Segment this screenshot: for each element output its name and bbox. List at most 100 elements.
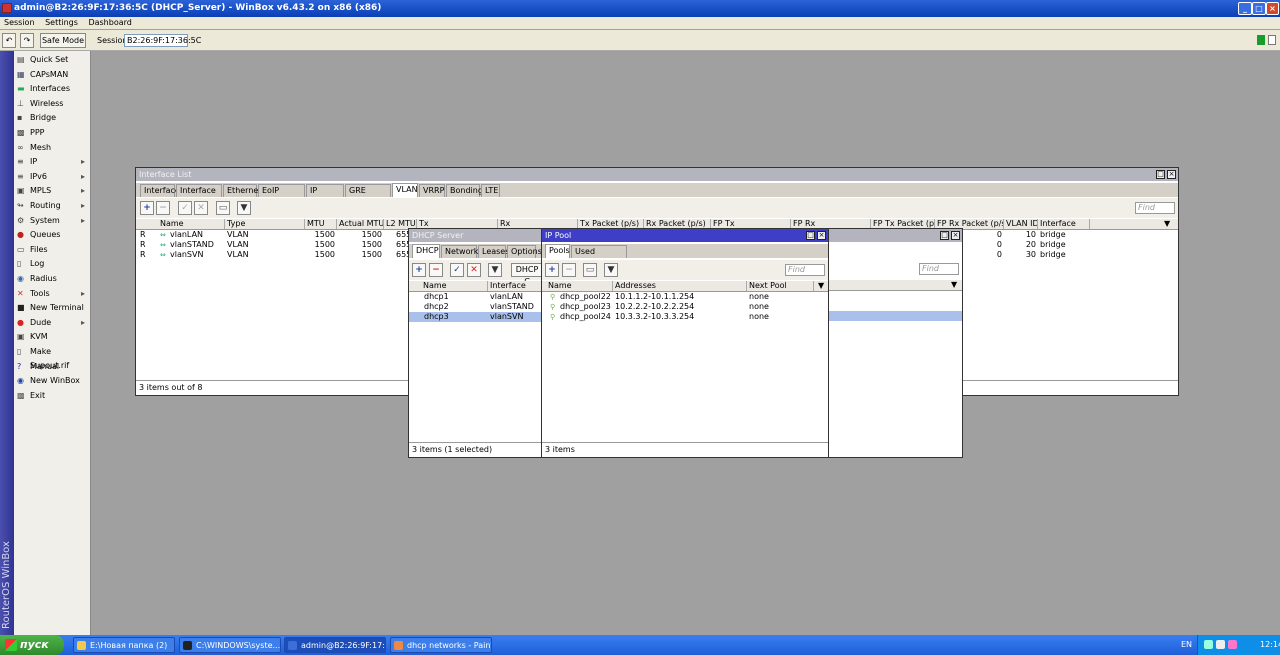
remove-icon[interactable]: −	[429, 263, 443, 277]
language-indicator[interactable]: EN	[1181, 640, 1192, 649]
ip-pool-close-button[interactable]: ×	[817, 231, 826, 240]
pool-col-addresses[interactable]: Addresses	[613, 281, 747, 291]
tab-gre-tunnel[interactable]: GRE Tunnel	[345, 184, 391, 207]
tab-interface-list[interactable]: Interface List	[176, 184, 222, 207]
menu-dashboard[interactable]: Dashboard	[88, 18, 131, 27]
tab-bonding[interactable]: Bonding	[446, 184, 483, 197]
filter-icon[interactable]: ▼	[488, 263, 502, 277]
tab-pools[interactable]: Pools	[545, 244, 570, 258]
add-icon[interactable]: +	[545, 263, 559, 277]
tab-ip-tunnel[interactable]: IP Tunnel	[306, 184, 344, 207]
bg-window-selected-row[interactable]	[827, 311, 962, 321]
tab-leases[interactable]: Leases	[478, 245, 509, 258]
sidebar-item-bridge[interactable]: ▪ Bridge	[16, 111, 91, 125]
taskbar-item[interactable]: E:\Новая папка (2)	[73, 637, 175, 653]
sidebar-item-mesh[interactable]: ∞ Mesh	[16, 141, 91, 155]
start-button[interactable]: пуск	[0, 635, 64, 655]
network-tray-icon[interactable]	[1204, 640, 1213, 649]
safe-mode-button[interactable]: Safe Mode	[40, 33, 86, 48]
maximize-button[interactable]: □	[1252, 2, 1266, 15]
window-restore-button[interactable]: □	[1156, 170, 1165, 179]
table-row[interactable]: dhcp1 vlanLAN	[409, 292, 541, 302]
sidebar-item-new-terminal[interactable]: ■ New Terminal	[16, 301, 91, 315]
sidebar-item-manual[interactable]: ? Manual	[16, 360, 91, 374]
column-menu-icon[interactable]: ▼	[949, 280, 961, 290]
bg-window-restore-button[interactable]: □	[940, 231, 949, 240]
pool-col-name[interactable]: Name	[546, 281, 613, 291]
table-row[interactable]: ⚲ dhcp_pool23 10.2.2.2-10.2.2.254 none	[542, 302, 828, 312]
sidebar-item-log[interactable]: ▯ Log	[16, 257, 91, 271]
sidebar-item-system[interactable]: ⚙ System ▸	[16, 214, 91, 228]
tab-lte[interactable]: LTE	[481, 184, 500, 197]
session-field[interactable]: B2:26:9F:17:36:5C	[124, 34, 201, 47]
sidebar-item-exit[interactable]: ▩ Exit	[16, 389, 91, 403]
sidebar-item-wireless[interactable]: ⊥ Wireless	[16, 97, 91, 111]
sidebar-item-capsman[interactable]: ▦ CAPsMAN	[16, 68, 91, 82]
ip-pool-restore-button[interactable]: □	[806, 231, 815, 240]
remove-icon[interactable]: −	[562, 263, 576, 277]
sidebar-item-ip[interactable]: ≡ IP ▸	[16, 155, 91, 169]
interface-find-input[interactable]: Find	[1135, 202, 1175, 214]
tab-ethernet[interactable]: Ethernet	[223, 184, 261, 197]
tab-vlan[interactable]: VLAN	[392, 183, 418, 197]
sidebar-item-kvm[interactable]: ▣ KVM	[16, 330, 91, 344]
disable-icon[interactable]: ✕	[194, 201, 208, 215]
tab-dhcp[interactable]: DHCP	[412, 244, 440, 258]
tab-eoip-tunnel[interactable]: EoIP Tunnel	[258, 184, 305, 207]
pool-col-next-pool[interactable]: Next Pool	[747, 281, 814, 291]
enable-icon[interactable]: ✓	[178, 201, 192, 215]
comment-icon[interactable]: ▭	[583, 263, 597, 277]
tab-used-addresses[interactable]: Used Addresses	[571, 245, 627, 268]
table-row[interactable]: dhcp3 vlanSVN	[409, 312, 541, 322]
sidebar-item-tools[interactable]: ✕ Tools ▸	[16, 287, 91, 301]
sidebar-item-routing[interactable]: ↬ Routing ▸	[16, 199, 91, 213]
column-menu-icon[interactable]: ▼	[816, 281, 828, 291]
window-close-button[interactable]: ×	[1167, 170, 1176, 179]
sidebar-item-dude[interactable]: ● Dude ▸	[16, 316, 91, 330]
taskbar-item[interactable]: dhcp networks - Paint	[390, 637, 492, 653]
bg-window-close-button[interactable]: ×	[951, 231, 960, 240]
add-icon[interactable]: +	[412, 263, 426, 277]
sidebar-item-radius[interactable]: ◉ Radius	[16, 272, 91, 286]
sidebar-item-mpls[interactable]: ▣ MPLS ▸	[16, 184, 91, 198]
table-row[interactable]: ⚲ dhcp_pool22 10.1.1.2-10.1.1.254 none	[542, 292, 828, 302]
redo-icon[interactable]: ↷	[20, 33, 34, 48]
tab-vrrp[interactable]: VRRP	[419, 184, 445, 197]
add-icon[interactable]: +	[140, 201, 154, 215]
column-vlan-id[interactable]: VLAN ID	[1004, 219, 1038, 229]
ip-pool-find-input[interactable]: Find	[785, 264, 825, 276]
sidebar-item-new-winbox[interactable]: ◉ New WinBox	[16, 374, 91, 388]
tab-interface[interactable]: Interface	[140, 184, 180, 197]
tab-options[interactable]: Options	[507, 245, 542, 258]
column-menu-icon[interactable]: ▼	[1162, 219, 1174, 229]
column-name[interactable]: Name	[158, 219, 225, 229]
sidebar-item-quick-set[interactable]: ▤ Quick Set	[16, 53, 91, 67]
filter-icon[interactable]: ▼	[604, 263, 618, 277]
table-row[interactable]: ⚲ dhcp_pool24 10.3.3.2-10.3.3.254 none	[542, 312, 828, 322]
column-type[interactable]: Type	[225, 219, 305, 229]
column-interface[interactable]: Interface	[1038, 219, 1090, 229]
menu-settings[interactable]: Settings	[45, 18, 78, 27]
sidebar-item-interfaces[interactable]: ▬ Interfaces	[16, 82, 91, 96]
minimize-button[interactable]: _	[1238, 2, 1252, 15]
dhcp-col-interface[interactable]: Interface	[488, 281, 543, 291]
undo-icon[interactable]: ↶	[2, 33, 16, 48]
column-actual-mtu[interactable]: Actual MTU	[337, 219, 384, 229]
taskbar-item[interactable]: C:\WINDOWS\syste...	[179, 637, 281, 653]
comment-icon[interactable]: ▭	[216, 201, 230, 215]
table-row[interactable]: dhcp2 vlanSTAND	[409, 302, 541, 312]
remove-icon[interactable]: −	[156, 201, 170, 215]
dhcp-col-name[interactable]: Name	[421, 281, 488, 291]
bg-window-find-input[interactable]: Find	[919, 263, 959, 275]
filter-icon[interactable]: ▼	[237, 201, 251, 215]
volume-tray-icon[interactable]	[1216, 640, 1225, 649]
enable-icon[interactable]: ✓	[450, 263, 464, 277]
sidebar-item-ipv6[interactable]: ≡ IPv6 ▸	[16, 170, 91, 184]
taskbar-item[interactable]: admin@B2:26:9F:17:...	[284, 637, 386, 653]
sidebar-item-ppp[interactable]: ▩ PPP	[16, 126, 91, 140]
security-tray-icon[interactable]	[1228, 640, 1237, 649]
disable-icon[interactable]: ✕	[467, 263, 481, 277]
dhcp-config-button[interactable]: DHCP C	[511, 263, 543, 286]
sidebar-item-queues[interactable]: ● Queues	[16, 228, 91, 242]
close-button[interactable]: ×	[1266, 2, 1279, 15]
